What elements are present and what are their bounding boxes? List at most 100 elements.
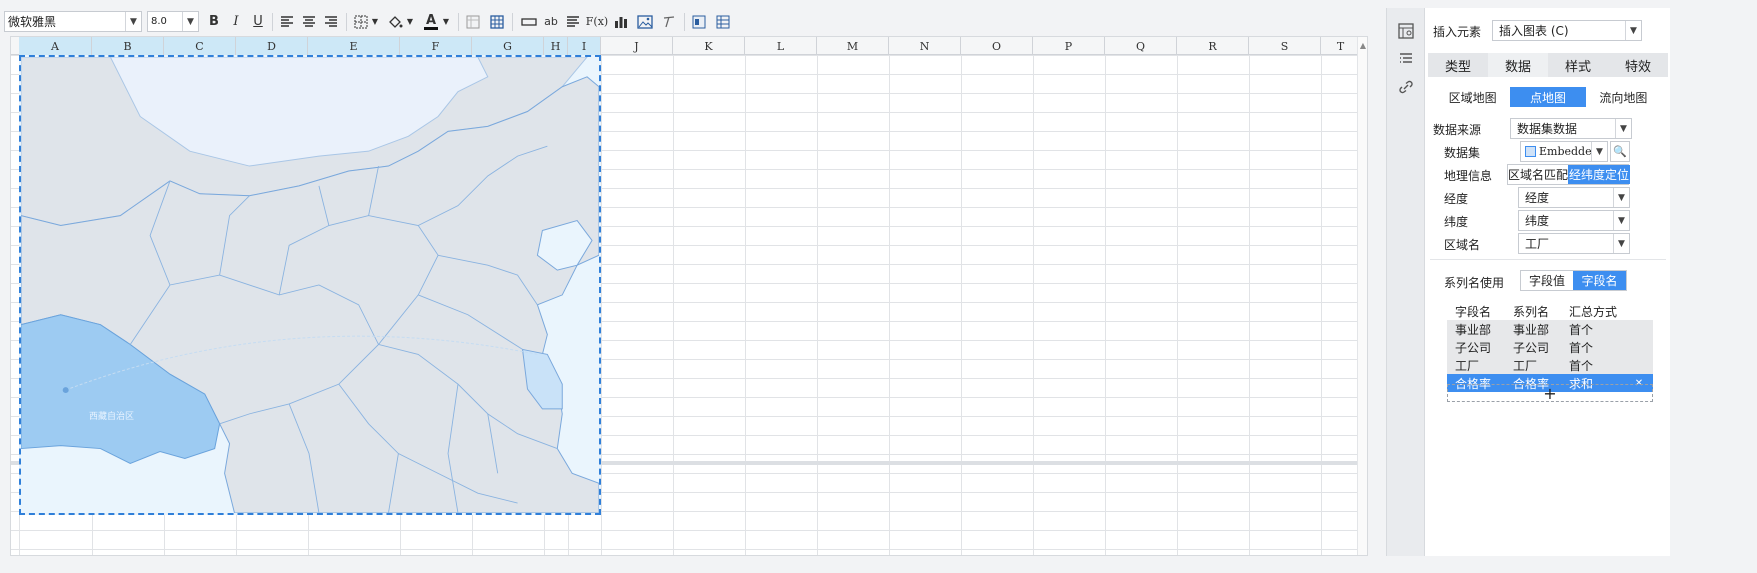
clear-format-icon[interactable] (660, 11, 678, 32)
underline-button[interactable]: U (250, 11, 266, 32)
column-header-p[interactable]: P (1033, 37, 1105, 55)
column-header-o[interactable]: O (961, 37, 1033, 55)
column-header-f[interactable]: F (400, 37, 472, 55)
toolbar-divider (684, 13, 685, 31)
add-field-button[interactable]: + (1447, 384, 1653, 403)
geo-info-toggle: 区域名匹配 经纬度定位 (1507, 164, 1630, 185)
chevron-down-icon[interactable]: ▼ (441, 11, 451, 32)
table-icon[interactable] (488, 11, 506, 32)
column-header-j[interactable]: J (601, 37, 673, 55)
chevron-down-icon[interactable]: ▼ (1591, 142, 1607, 161)
column-header-d[interactable]: D (236, 37, 308, 55)
column-header-g[interactable]: G (472, 37, 544, 55)
longitude-label: 经度 (1444, 192, 1469, 206)
column-header-l[interactable]: L (745, 37, 817, 55)
search-icon[interactable]: 🔍 (1610, 141, 1630, 162)
map-type-area[interactable]: 区域地图 (1435, 87, 1510, 107)
chevron-down-icon[interactable]: ▼ (1613, 188, 1629, 207)
cell-aggregation[interactable]: 首个 (1565, 339, 1625, 356)
grid-line (1249, 55, 1250, 555)
column-header-e[interactable]: E (308, 37, 400, 55)
cell-style-icon[interactable] (464, 11, 482, 32)
header-aggregation: 汇总方式 (1569, 304, 1618, 319)
font-color-icon[interactable]: A (422, 11, 440, 32)
column-header-q[interactable]: Q (1105, 37, 1177, 55)
geo-option-latlng[interactable]: 经纬度定位 (1568, 165, 1630, 184)
longitude-value: 经度 (1525, 191, 1550, 205)
column-header-m[interactable]: M (817, 37, 889, 55)
chevron-down-icon[interactable]: ▼ (370, 11, 380, 32)
table-row[interactable]: 工厂 工厂 首个 (1447, 356, 1653, 374)
map-type-flow[interactable]: 流向地图 (1586, 87, 1661, 107)
chevron-down-icon[interactable]: ▼ (1613, 234, 1629, 253)
column-header-r[interactable]: R (1177, 37, 1249, 55)
tab-style[interactable]: 样式 (1548, 53, 1608, 77)
formula-button[interactable]: F(x) (586, 11, 608, 32)
panel-tabs: 类型 数据 样式 特效 (1428, 53, 1668, 77)
cell-attributes-icon[interactable] (1397, 22, 1415, 40)
merge-cells-icon[interactable] (520, 11, 538, 32)
map-region-label: 西藏自治区 (89, 412, 135, 422)
italic-button[interactable]: I (228, 11, 244, 32)
text-tool-button[interactable]: ab (542, 11, 560, 32)
tab-effects[interactable]: 特效 (1608, 53, 1668, 77)
insert-element-select[interactable]: 插入图表 (C) ▼ (1492, 20, 1642, 41)
table-row[interactable]: 事业部 事业部 首个 (1447, 320, 1653, 338)
chevron-down-icon[interactable]: ▼ (182, 12, 198, 31)
tab-type[interactable]: 类型 (1428, 53, 1488, 77)
column-header-n[interactable]: N (889, 37, 961, 55)
tab-data[interactable]: 数据 (1488, 53, 1548, 77)
column-header-s[interactable]: S (1249, 37, 1321, 55)
chevron-down-icon[interactable]: ▼ (1615, 119, 1631, 138)
scroll-up-icon[interactable]: ▲ (1360, 41, 1366, 50)
cell-aggregation[interactable]: 首个 (1565, 321, 1625, 338)
font-size-select[interactable]: 8.0 ▼ (147, 11, 199, 32)
bar-chart-icon[interactable] (612, 11, 630, 32)
table-row[interactable]: 子公司 子公司 首个 (1447, 338, 1653, 356)
longitude-select[interactable]: 经度 ▼ (1518, 187, 1630, 208)
font-family-select[interactable]: 微软雅黑 ▼ (4, 11, 142, 32)
area-name-select[interactable]: 工厂 ▼ (1518, 233, 1630, 254)
chevron-down-icon[interactable]: ▼ (405, 11, 415, 32)
point-map-chart[interactable]: 西藏自治区 (19, 55, 601, 515)
dataset-label: 数据集 (1444, 146, 1481, 160)
insert-element-label: 插入元素 (1433, 25, 1482, 39)
column-header-c[interactable]: C (164, 37, 236, 55)
geo-option-name-match[interactable]: 区域名匹配 (1508, 165, 1568, 184)
image-icon[interactable] (636, 11, 654, 32)
series-option-field-value[interactable]: 字段值 (1521, 271, 1574, 290)
column-header-b[interactable]: B (92, 37, 164, 55)
font-size-value: 8.0 (151, 16, 167, 27)
chevron-down-icon[interactable]: ▼ (1613, 211, 1629, 230)
spreadsheet-grid[interactable]: A B C D E F G H I J K L M N O P Q R S T (10, 36, 1368, 556)
series-option-field-name[interactable]: 字段名 (1573, 271, 1626, 290)
link-icon[interactable] (1397, 78, 1415, 96)
map-type-point[interactable]: 点地图 (1510, 87, 1586, 107)
data-source-select[interactable]: 数据集数据 ▼ (1510, 118, 1632, 139)
wrap-text-icon[interactable] (564, 11, 582, 32)
align-left-icon[interactable] (278, 11, 296, 32)
column-header-k[interactable]: K (673, 37, 745, 55)
dataset-select[interactable]: Embedded1 ▼ (1520, 141, 1608, 162)
report-icon[interactable] (714, 11, 732, 32)
bold-button[interactable]: B (206, 11, 222, 32)
border-icon[interactable] (352, 11, 370, 32)
align-right-icon[interactable] (322, 11, 340, 32)
column-header-a[interactable]: A (19, 37, 92, 55)
column-header-t[interactable]: T (1321, 37, 1361, 55)
vertical-scrollbar[interactable]: ▲ (1357, 37, 1367, 555)
latitude-select[interactable]: 纬度 ▼ (1518, 210, 1630, 231)
widget-list-icon[interactable] (1397, 50, 1415, 68)
column-header-i[interactable]: I (568, 37, 601, 55)
form-icon[interactable] (690, 11, 708, 32)
map-point[interactable] (62, 387, 69, 394)
fill-color-icon[interactable] (386, 11, 404, 32)
column-header-h[interactable]: H (544, 37, 568, 55)
grid-line (601, 55, 602, 555)
cell-aggregation[interactable]: 首个 (1565, 357, 1625, 374)
dataset-icon (1525, 146, 1536, 157)
chevron-down-icon[interactable]: ▼ (125, 12, 141, 31)
latitude-label: 纬度 (1444, 215, 1469, 229)
align-center-icon[interactable] (300, 11, 318, 32)
chevron-down-icon[interactable]: ▼ (1625, 21, 1641, 40)
